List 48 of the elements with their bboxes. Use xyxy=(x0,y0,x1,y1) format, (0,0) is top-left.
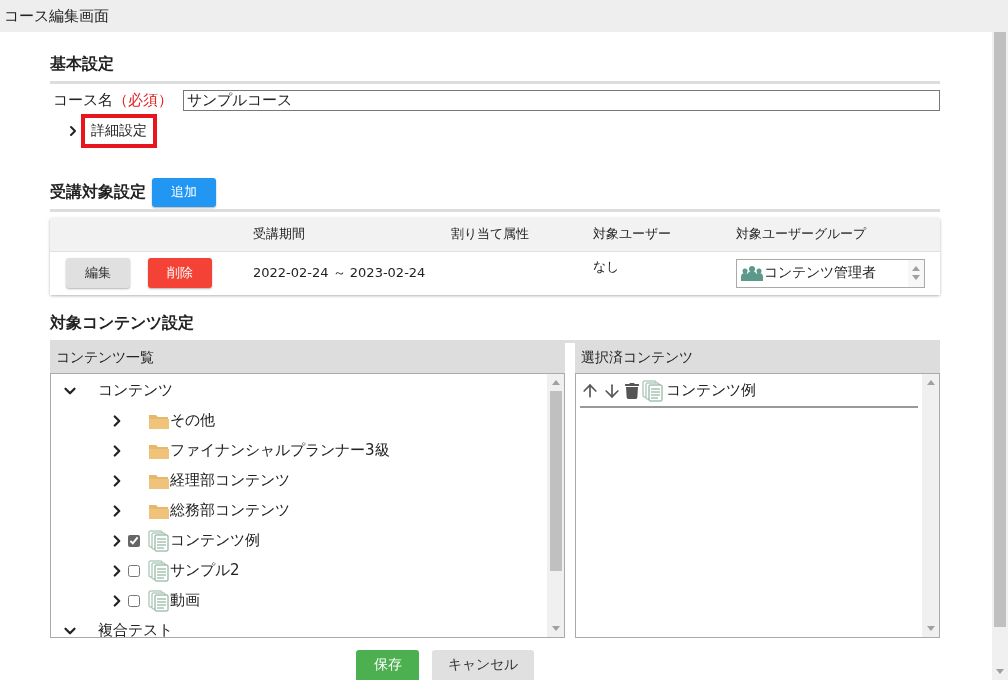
users-icon xyxy=(740,264,764,283)
column-header: 対象ユーザーグループ xyxy=(736,225,868,244)
content-checkbox[interactable] xyxy=(128,535,140,547)
required-label: （必須） xyxy=(113,91,173,111)
page-scrollbar[interactable] xyxy=(992,32,1008,680)
window-title: コース編集画面 xyxy=(0,0,1008,32)
edit-button[interactable]: 編集 xyxy=(66,258,130,289)
group-list-field[interactable]: コンテンツ管理者 xyxy=(736,258,925,288)
content-checkbox[interactable] xyxy=(128,565,140,577)
scrollbar[interactable] xyxy=(908,259,924,287)
column-header: 受講期間 xyxy=(253,225,306,244)
tree-item-label[interactable]: コンテンツ xyxy=(98,381,173,401)
documents-icon xyxy=(148,530,170,552)
panel-header: コンテンツ一覧 xyxy=(50,343,565,373)
section-heading: 対象コンテンツ設定 xyxy=(50,312,194,334)
delete-button[interactable]: 削除 xyxy=(148,258,212,289)
section-heading: 受講対象設定 xyxy=(50,181,146,203)
course-name-label: コース名 xyxy=(53,91,113,111)
documents-icon xyxy=(148,590,170,612)
tree-item-label[interactable]: コンテンツ例 xyxy=(170,531,260,551)
tree-item-label[interactable]: サンプル2 xyxy=(170,561,240,581)
documents-icon xyxy=(148,560,170,582)
folder-icon xyxy=(148,502,170,520)
tree-item-label[interactable]: 経理部コンテンツ xyxy=(170,471,290,491)
tree-item-label[interactable]: ファイナンシャルプランナー3級 xyxy=(170,441,390,461)
tree-item-label[interactable]: 総務部コンテンツ xyxy=(170,501,290,521)
column-header: 割り当て属性 xyxy=(451,225,530,244)
trash-icon[interactable] xyxy=(624,383,640,399)
cancel-button[interactable]: キャンセル xyxy=(432,650,534,680)
scrollbar[interactable] xyxy=(922,374,939,637)
folder-icon xyxy=(148,442,170,460)
documents-icon xyxy=(642,380,664,402)
course-name-field[interactable]: サンプルコース xyxy=(183,90,940,112)
tree-item-label[interactable]: 複合テスト xyxy=(98,621,173,637)
content-checkbox[interactable] xyxy=(128,595,140,607)
folder-icon xyxy=(148,412,170,430)
folder-icon xyxy=(148,472,170,490)
table-cell-text: 2022-02-24 ～ 2023-02-24 xyxy=(253,264,427,283)
selected-item-label: コンテンツ例 xyxy=(666,381,756,401)
group-item-label[interactable]: コンテンツ管理者 xyxy=(764,264,876,283)
scrollbar[interactable] xyxy=(547,374,564,637)
tree-item-label[interactable]: その他 xyxy=(170,411,215,431)
column-header: 対象ユーザー xyxy=(593,225,672,244)
table-cell-text: なし xyxy=(593,257,620,276)
tree-item-label[interactable]: 動画 xyxy=(170,591,200,611)
details-toggle[interactable]: 詳細設定 xyxy=(81,114,157,149)
section-heading: 基本設定 xyxy=(50,54,114,76)
panel-header: 選択済コンテンツ xyxy=(575,343,940,373)
